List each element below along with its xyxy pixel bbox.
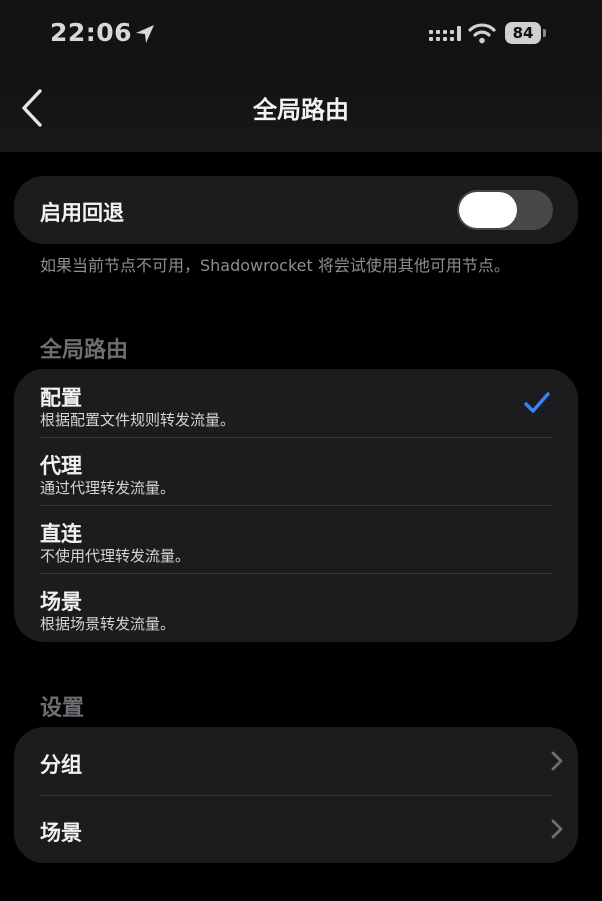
cellular-signal-icon bbox=[429, 26, 461, 41]
option-subtitle: 不使用代理转发流量。 bbox=[40, 547, 191, 565]
fallback-label: 启用回退 bbox=[40, 201, 124, 225]
fallback-toggle[interactable] bbox=[457, 190, 553, 230]
option-title: 配置 bbox=[40, 386, 82, 410]
settings-item-group[interactable]: 分组 bbox=[14, 727, 578, 795]
page-title: 全局路由 bbox=[253, 96, 349, 124]
location-arrow-icon bbox=[136, 25, 154, 43]
routing-option-scene[interactable]: 场景 根据场景转发流量。 bbox=[14, 573, 578, 642]
routing-option-config[interactable]: 配置 根据配置文件规则转发流量。 bbox=[14, 369, 578, 437]
option-title: 代理 bbox=[40, 454, 82, 478]
routing-option-proxy[interactable]: 代理 通过代理转发流量。 bbox=[14, 437, 578, 505]
screen: 22:06 84 全局路由 启用回退 如果当前节点不可用，Shadowrocke… bbox=[0, 0, 602, 901]
settings-item-label: 场景 bbox=[40, 821, 82, 845]
routing-section-header: 全局路由 bbox=[40, 338, 129, 363]
option-subtitle: 根据配置文件规则转发流量。 bbox=[40, 411, 236, 429]
checkmark-icon bbox=[524, 392, 550, 413]
fallback-card: 启用回退 bbox=[14, 176, 578, 244]
option-title: 直连 bbox=[40, 522, 82, 546]
routing-card: 配置 根据配置文件规则转发流量。 代理 通过代理转发流量。 直连 不使用代理转发… bbox=[14, 369, 578, 642]
settings-section-header: 设置 bbox=[40, 696, 85, 721]
fallback-footnote: 如果当前节点不可用，Shadowrocket 将尝试使用其他可用节点。 bbox=[40, 256, 510, 275]
wifi-icon bbox=[468, 23, 496, 44]
settings-item-scene[interactable]: 场景 bbox=[14, 795, 578, 863]
toggle-knob bbox=[459, 192, 517, 228]
battery-icon: 84 bbox=[505, 22, 541, 44]
fallback-row: 启用回退 bbox=[14, 176, 578, 244]
routing-option-direct[interactable]: 直连 不使用代理转发流量。 bbox=[14, 505, 578, 573]
settings-item-label: 分组 bbox=[40, 753, 82, 777]
status-bar: 22:06 84 bbox=[0, 0, 602, 70]
nav-bar: 全局路由 bbox=[0, 70, 602, 152]
option-subtitle: 根据场景转发流量。 bbox=[40, 615, 176, 633]
chevron-right-icon bbox=[551, 819, 563, 839]
chevron-right-icon bbox=[551, 751, 563, 771]
option-subtitle: 通过代理转发流量。 bbox=[40, 479, 176, 497]
battery-tip bbox=[543, 29, 546, 37]
settings-card: 分组 场景 bbox=[14, 727, 578, 863]
option-title: 场景 bbox=[40, 590, 82, 614]
status-time: 22:06 bbox=[50, 18, 133, 47]
